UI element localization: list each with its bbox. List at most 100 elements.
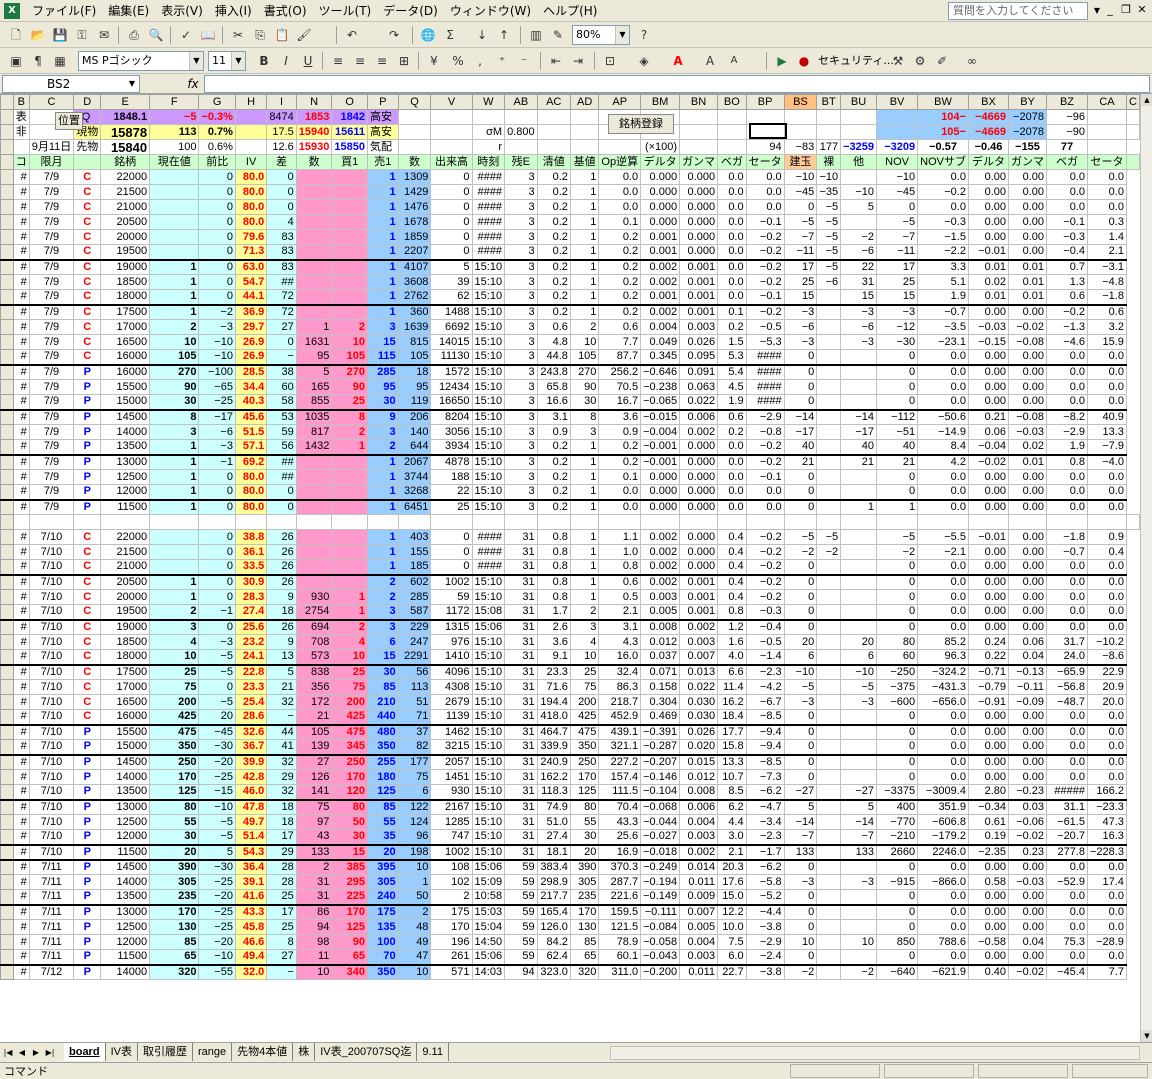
cell[interactable]: P: [73, 919, 102, 935]
cell[interactable]: 0.002: [679, 843, 719, 860]
cell[interactable]: 0.00: [967, 363, 1010, 380]
cell-table[interactable]: B C D E F G H I N O P Q V W AB AC AD AP BM BN BO BP BS BT BU BV BW…: [0, 94, 1140, 980]
cell[interactable]: 1: [840, 498, 878, 515]
cell[interactable]: [430, 139, 473, 155]
cell[interactable]: −9.4: [745, 723, 785, 740]
cell[interactable]: 7/10: [28, 589, 75, 605]
cell[interactable]: 7/9: [28, 289, 75, 305]
row-header[interactable]: [0, 139, 14, 155]
cell[interactable]: 31: [840, 274, 878, 290]
row-header[interactable]: [0, 184, 14, 200]
cell[interactable]: [266, 514, 297, 530]
cell[interactable]: 25: [266, 919, 297, 935]
menu-item[interactable]: 表示(V): [155, 0, 209, 22]
cell[interactable]: 0: [198, 199, 236, 215]
cell[interactable]: [149, 514, 200, 530]
row-header[interactable]: [0, 889, 14, 905]
cell[interactable]: 0.1: [717, 303, 747, 320]
cell[interactable]: C: [73, 229, 102, 245]
cell[interactable]: [149, 199, 200, 215]
cell[interactable]: 350: [149, 739, 200, 755]
cell[interactable]: −2.3: [745, 829, 785, 845]
cell[interactable]: 250: [149, 753, 200, 770]
cell[interactable]: 15:06: [471, 618, 506, 635]
column-header[interactable]: AC: [536, 94, 571, 110]
cell[interactable]: [569, 139, 600, 155]
cell[interactable]: P: [73, 439, 102, 455]
cell[interactable]: 7/9: [28, 498, 75, 515]
cell[interactable]: 15: [783, 289, 818, 305]
cell[interactable]: 59: [504, 949, 538, 965]
cell[interactable]: 0: [876, 858, 919, 875]
cell[interactable]: 0.00: [967, 903, 1010, 920]
cell[interactable]: ####: [471, 229, 506, 245]
cell[interactable]: 0.0: [1046, 559, 1088, 575]
cell[interactable]: −5.3: [745, 334, 785, 350]
cell[interactable]: 0.001: [679, 274, 719, 290]
cell[interactable]: 0.00: [1008, 529, 1048, 545]
cell[interactable]: 0.000: [640, 498, 681, 515]
cell[interactable]: −0.02: [1008, 319, 1048, 335]
cell[interactable]: 0: [198, 169, 236, 185]
register-symbol-button[interactable]: 銘柄登録: [608, 114, 674, 134]
cell[interactable]: 3: [504, 408, 538, 425]
cell[interactable]: 16500: [100, 334, 151, 350]
cell[interactable]: 0.000: [679, 498, 719, 515]
cell[interactable]: 0.2: [717, 424, 747, 440]
cell[interactable]: 0.002: [679, 424, 719, 440]
cell[interactable]: 3: [504, 363, 538, 380]
cell[interactable]: [331, 214, 368, 230]
cell[interactable]: 17.5: [266, 124, 297, 140]
cell[interactable]: #: [12, 709, 30, 725]
cell[interactable]: [295, 484, 333, 500]
cell[interactable]: −90: [1046, 124, 1088, 140]
cell[interactable]: 7/10: [28, 649, 75, 665]
cell[interactable]: 15850: [331, 139, 368, 155]
cell[interactable]: [816, 439, 842, 455]
cell[interactable]: 41.6: [234, 889, 268, 905]
cell[interactable]: −0.58: [967, 934, 1010, 950]
cell[interactable]: −14: [783, 814, 818, 830]
cell[interactable]: −4.0: [1086, 453, 1127, 470]
cell[interactable]: 9月11日: [28, 139, 75, 155]
cell[interactable]: 694: [295, 618, 333, 635]
cell[interactable]: 21: [876, 453, 919, 470]
cell[interactable]: 0: [783, 469, 818, 485]
cell[interactable]: P: [73, 379, 102, 395]
cell[interactable]: 0: [430, 559, 473, 575]
row-header[interactable]: [0, 199, 14, 215]
cell[interactable]: 80.0: [234, 498, 268, 515]
cell[interactable]: −5: [840, 679, 878, 695]
cell[interactable]: 0.071: [640, 663, 681, 680]
cell[interactable]: 0.2: [598, 258, 642, 275]
cell[interactable]: #: [12, 439, 30, 455]
cell[interactable]: 0.0: [917, 769, 969, 785]
cell[interactable]: #: [12, 963, 30, 980]
cell[interactable]: 19000: [100, 618, 151, 635]
cell[interactable]: 2: [366, 589, 399, 605]
menu-item[interactable]: ウィンドウ(W): [444, 0, 537, 22]
cell[interactable]: 0.0: [1046, 739, 1088, 755]
cell[interactable]: [1086, 124, 1127, 140]
cell[interactable]: [840, 124, 878, 140]
cell[interactable]: 53: [266, 408, 297, 425]
cell[interactable]: 0.005: [640, 604, 681, 620]
cell[interactable]: 0.0: [598, 498, 642, 515]
cell[interactable]: 0.6: [717, 408, 747, 425]
cell[interactable]: 10: [569, 334, 600, 350]
cell[interactable]: 3: [366, 424, 399, 440]
cell[interactable]: 2: [149, 604, 200, 620]
cell[interactable]: [331, 544, 368, 560]
cell[interactable]: 175: [430, 903, 473, 920]
cell[interactable]: 表: [12, 109, 30, 125]
cell[interactable]: −3: [198, 439, 236, 455]
cell[interactable]: 11.4: [717, 679, 747, 695]
cell[interactable]: 1172: [430, 604, 473, 620]
cell[interactable]: r: [471, 139, 506, 155]
cell[interactable]: [1046, 514, 1088, 530]
cell[interactable]: 976: [430, 634, 473, 650]
cell[interactable]: 8204: [430, 408, 473, 425]
cell[interactable]: #: [12, 903, 30, 920]
cell[interactable]: 10: [783, 934, 818, 950]
cell[interactable]: 30: [366, 663, 399, 680]
